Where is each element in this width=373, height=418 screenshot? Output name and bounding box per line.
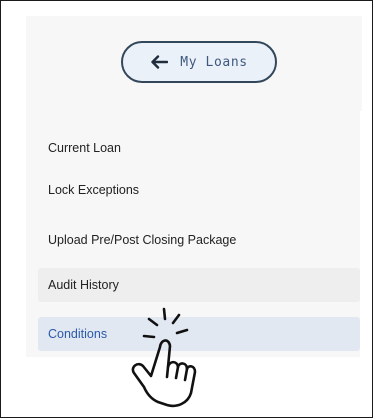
sidebar-item-lock-exceptions[interactable]: Lock Exceptions — [38, 173, 360, 207]
arrow-left-icon — [151, 55, 169, 69]
sidebar-item-current-loan[interactable]: Current Loan — [38, 131, 360, 165]
pointing-hand-click-icon — [131, 307, 197, 408]
sidebar-item-audit-history[interactable]: Audit History — [38, 268, 360, 302]
back-button-label: My Loans — [180, 54, 248, 70]
sidebar-item-upload-closing-package[interactable]: Upload Pre/Post Closing Package — [38, 223, 360, 257]
content-panel-edge — [360, 111, 371, 361]
back-to-my-loans-button[interactable]: My Loans — [121, 41, 277, 83]
screenshot-frame: My Loans Current Loan Lock Exceptions Up… — [0, 0, 373, 418]
